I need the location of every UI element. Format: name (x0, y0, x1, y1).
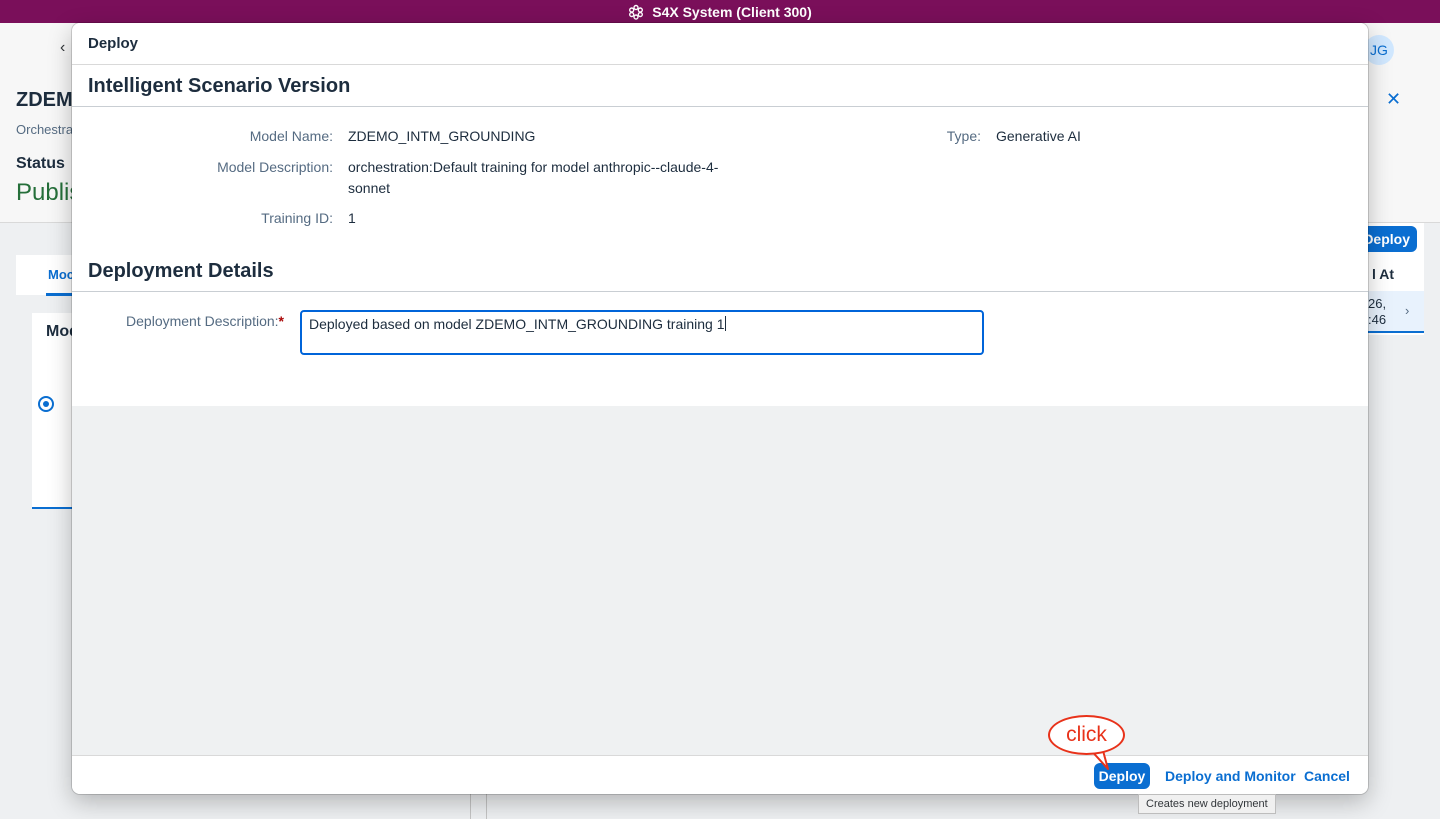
dialog-content: Intelligent Scenario Version Model Name:… (72, 65, 1368, 406)
type-value: Generative AI (996, 128, 1081, 144)
row-text-line1: 26, (1368, 296, 1387, 311)
status-label: Status (16, 155, 65, 172)
model-name-label: Model Name: (249, 128, 333, 144)
section-title-deployment: Deployment Details (88, 260, 274, 282)
model-description-line2: sonnet (348, 180, 391, 196)
deployment-description-input[interactable]: Deployed based on model ZDEMO_INTM_GROUN… (300, 310, 984, 355)
type-label: Type: (946, 128, 981, 144)
section-divider (72, 291, 1368, 292)
row-text-line2: :46 (1368, 312, 1387, 327)
background-deploy-button[interactable]: Deploy (1362, 226, 1417, 252)
sap-flower-icon (629, 4, 644, 20)
back-icon[interactable]: ‹ (60, 39, 65, 57)
training-id-value: 1 (348, 210, 356, 226)
divider (486, 793, 487, 819)
cancel-button[interactable]: Cancel (1304, 763, 1350, 789)
tab-models[interactable]: Moc (48, 267, 74, 282)
system-bar: S4X System (Client 300) (0, 0, 1440, 23)
model-description-line1: orchestration:Default training for model… (348, 159, 719, 175)
close-icon[interactable]: ✕ (1386, 89, 1401, 110)
section-title-scenario: Intelligent Scenario Version (88, 75, 351, 97)
deployment-description-label-text: Deployment Description: (126, 313, 279, 329)
model-description-value: orchestration:Default training for model… (348, 157, 718, 199)
deploy-and-monitor-button[interactable]: Deploy and Monitor (1165, 763, 1296, 789)
divider (470, 793, 471, 819)
required-marker: * (278, 313, 284, 329)
deployment-description-value: Deployed based on model ZDEMO_INTM_GROUN… (309, 316, 725, 332)
system-title: S4X System (Client 300) (652, 3, 812, 20)
text-caret (724, 316, 726, 331)
column-header: l At (1372, 266, 1395, 282)
deploy-dialog: Deploy Intelligent Scenario Version Mode… (72, 23, 1368, 794)
tooltip: Creates new deployment (1138, 794, 1276, 814)
section-divider (72, 106, 1368, 107)
deployment-description-label: Deployment Description:* (112, 313, 284, 329)
dialog-footer: Deploy Deploy and Monitor Cancel (72, 755, 1368, 794)
radio-button[interactable] (38, 396, 54, 412)
model-name-value: ZDEMO_INTM_GROUNDING (348, 128, 536, 144)
row-cell: 26, :46 (1368, 296, 1386, 328)
object-subtitle: Orchestra (16, 122, 74, 137)
training-id-label: Training ID: (261, 210, 333, 226)
chevron-right-icon: › (1405, 303, 1410, 318)
avatar[interactable]: JG (1364, 35, 1394, 65)
dialog-title: Deploy (72, 23, 1368, 65)
model-description-label: Model Description: (217, 159, 333, 175)
click-callout: click (1048, 715, 1125, 755)
